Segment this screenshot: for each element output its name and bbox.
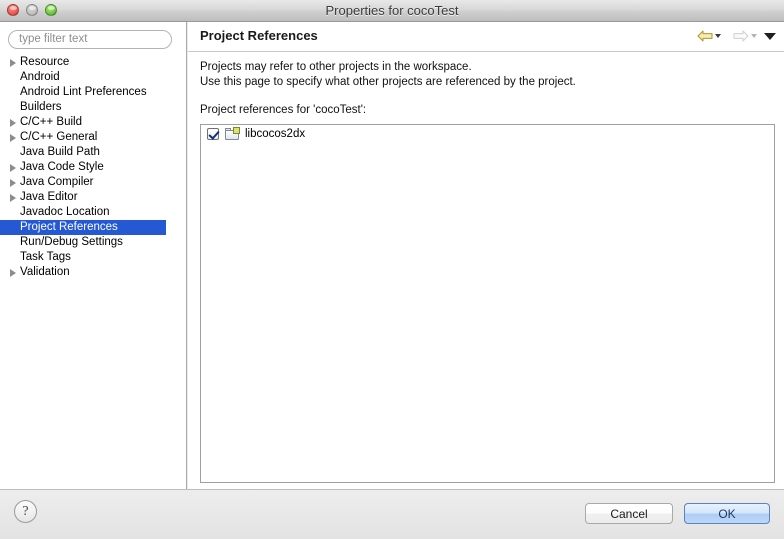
sidebar-item-label: Run/Debug Settings	[20, 236, 123, 248]
filter-input[interactable]	[8, 29, 172, 49]
sidebar-item-label: Java Editor	[20, 191, 78, 203]
help-button[interactable]: ?	[14, 500, 37, 523]
sidebar-item-label: Builders	[20, 101, 62, 113]
description-line-1: Projects may refer to other projects in …	[200, 61, 472, 73]
sidebar-item-label: Validation	[20, 266, 70, 278]
list-item[interactable]: libcocos2dx	[201, 125, 774, 143]
expand-arrow-icon[interactable]	[8, 115, 20, 130]
sidebar-item-label: Android	[20, 71, 60, 83]
sidebar-item-c-cpp-build[interactable]: C/C++ Build	[0, 115, 186, 130]
sidebar-item-label: Resource	[20, 56, 70, 68]
cancel-button[interactable]: Cancel	[585, 503, 673, 524]
expand-arrow-icon[interactable]	[8, 265, 20, 280]
sidebar-item-label: C/C++ Build	[20, 116, 83, 128]
sidebar-item-label: Android Lint Preferences	[20, 86, 147, 98]
reference-checkbox[interactable]	[207, 128, 219, 140]
page-description: Projects may refer to other projects in …	[200, 60, 576, 90]
sidebar-item-label: Task Tags	[20, 251, 71, 263]
sidebar-item-c-cpp-general[interactable]: C/C++ General	[0, 130, 186, 145]
window-title: Properties for cocoTest	[325, 3, 459, 18]
forward-arrow-icon	[733, 30, 749, 42]
sidebar-item-project-references[interactable]: Project References	[0, 220, 166, 235]
list-item-label: libcocos2dx	[245, 128, 306, 140]
chevron-down-icon[interactable]	[715, 34, 721, 38]
navigation-toolbar	[696, 27, 776, 45]
expand-arrow-icon[interactable]	[8, 190, 20, 205]
sidebar-item-javadoc-location[interactable]: Javadoc Location	[0, 205, 186, 220]
project-folder-icon	[224, 127, 240, 141]
sidebar-item-label: Project References	[20, 221, 118, 233]
settings-tree: Resource Android Android Lint Preference…	[0, 55, 186, 280]
sidebar-item-java-compiler[interactable]: Java Compiler	[0, 175, 186, 190]
expand-arrow-icon[interactable]	[8, 175, 20, 190]
content-pane: Project References Projects may refer to…	[188, 22, 784, 489]
sidebar-item-label: C/C++ General	[20, 131, 98, 143]
properties-dialog-window: Properties for cocoTest Resource Android…	[0, 0, 784, 539]
sidebar-item-label: Javadoc Location	[20, 206, 110, 218]
expand-arrow-icon[interactable]	[8, 55, 20, 70]
sidebar-item-java-build-path[interactable]: Java Build Path	[0, 145, 186, 160]
expand-arrow-icon[interactable]	[8, 160, 20, 175]
project-references-list[interactable]: libcocos2dx	[200, 124, 775, 483]
back-button[interactable]	[696, 27, 722, 45]
sidebar-item-resource[interactable]: Resource	[0, 55, 186, 70]
page-title: Project References	[200, 28, 318, 43]
sidebar-item-builders[interactable]: Builders	[0, 100, 186, 115]
ok-button[interactable]: OK	[684, 503, 770, 524]
references-label: Project references for 'cocoTest':	[200, 104, 367, 116]
sidebar-item-android-lint-preferences[interactable]: Android Lint Preferences	[0, 85, 186, 100]
settings-sidebar: Resource Android Android Lint Preference…	[0, 22, 187, 489]
sidebar-item-label: Java Code Style	[20, 161, 104, 173]
expand-arrow-icon[interactable]	[8, 130, 20, 145]
sidebar-item-validation[interactable]: Validation	[0, 265, 186, 280]
sidebar-item-java-editor[interactable]: Java Editor	[0, 190, 186, 205]
sidebar-item-android[interactable]: Android	[0, 70, 186, 85]
sidebar-item-label: Java Build Path	[20, 146, 100, 158]
forward-button	[732, 27, 758, 45]
filter-field-wrapper	[8, 29, 172, 49]
sidebar-item-java-code-style[interactable]: Java Code Style	[0, 160, 186, 175]
back-arrow-icon	[697, 30, 713, 42]
sidebar-item-task-tags[interactable]: Task Tags	[0, 250, 186, 265]
chevron-down-icon	[751, 34, 757, 38]
title-bar: Properties for cocoTest	[0, 0, 784, 22]
chevron-down-icon[interactable]	[764, 32, 776, 40]
description-line-2: Use this page to specify what other proj…	[200, 76, 576, 88]
sidebar-item-run-debug-settings[interactable]: Run/Debug Settings	[0, 235, 186, 250]
content-header: Project References	[188, 22, 784, 52]
sidebar-item-label: Java Compiler	[20, 176, 94, 188]
